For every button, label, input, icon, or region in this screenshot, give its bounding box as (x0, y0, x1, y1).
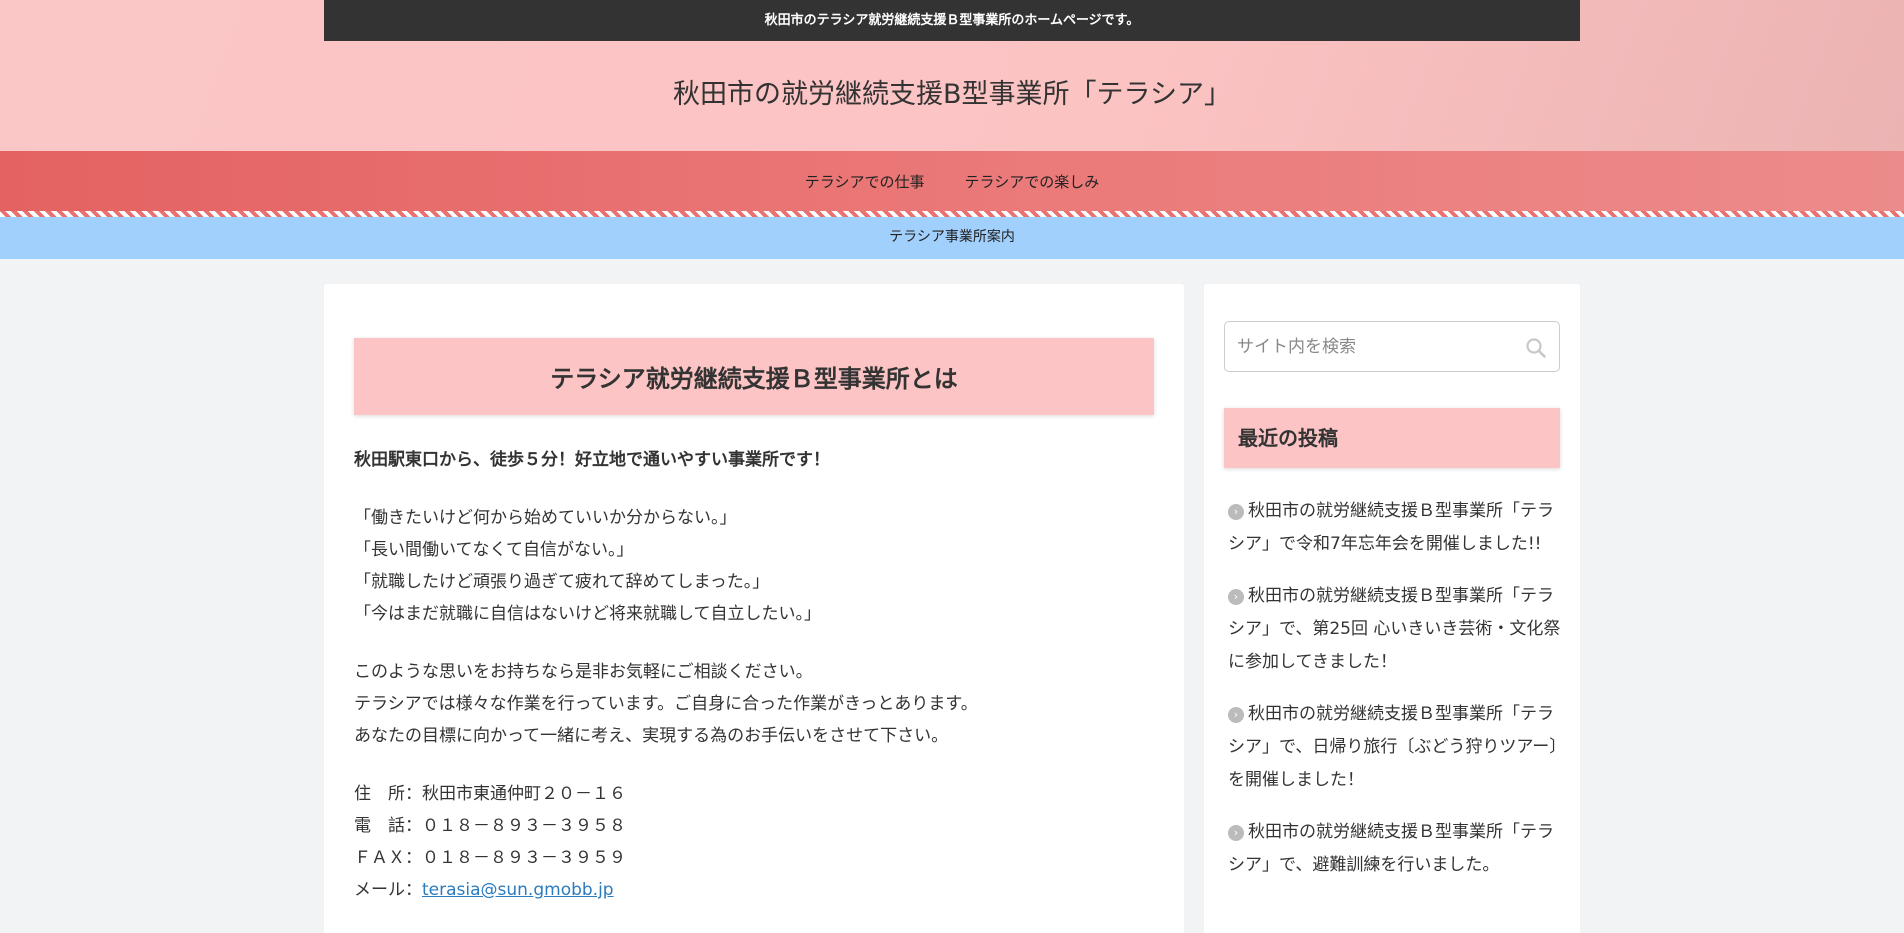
recent-posts-list: › 秋田市の就労継続支援Ｂ型事業所「テラシア」で令和7年忘年会を開催しました!! … (1228, 495, 1564, 901)
tagline-bar: 秋田市のテラシア就労継続支援Ｂ型事業所のホームページです。 (324, 0, 1580, 41)
address-line: 住 所：秋田市東通仲町２０－１６ (354, 784, 626, 804)
quote-line: 「長い間働いてなくて自信がない。」 (354, 540, 634, 560)
recent-post-link[interactable]: 秋田市の就労継続支援Ｂ型事業所「テラシア」で、避難訓練を行いました。 (1228, 822, 1554, 875)
nav-item-fun[interactable]: テラシアでの楽しみ (945, 151, 1120, 213)
quote-line: 「就職したけど頑張り過ぎて疲れて辞めてしまった。」 (354, 572, 770, 592)
phone-line: 電 話：０１８－８９３－３９５８ (354, 816, 626, 836)
intro-line: あなたの目標に向かって一緒に考え、実現する為のお手伝いをさせて下さい。 (354, 726, 949, 746)
main-content: テラシア就労継続支援Ｂ型事業所とは 秋田駅東口から、徒歩５分！好立地で通いやすい… (324, 284, 1184, 933)
main-nav: テラシアでの仕事 テラシアでの楽しみ (0, 151, 1904, 213)
recent-post-item[interactable]: › 秋田市の就労継続支援Ｂ型事業所「テラシア」で、第25回 心いきいき芸術・文化祭… (1228, 580, 1564, 679)
quote-line: 「今はまだ就職に自信はないけど将来就職して自立したい。」 (354, 604, 821, 624)
fax-line: ＦＡＸ：０１８－８９３－３９５９ (354, 848, 626, 868)
recent-post-item[interactable]: › 秋田市の就労継続支援Ｂ型事業所「テラシア」で、避難訓練を行いました。 (1228, 816, 1564, 882)
chevron-right-circle-icon: › (1228, 707, 1244, 723)
search-icon[interactable] (1525, 337, 1547, 359)
recent-post-link[interactable]: 秋田市の就労継続支援Ｂ型事業所「テラシア」で、第25回 心いきいき芸術・文化祭に… (1228, 586, 1560, 672)
nav-item-work[interactable]: テラシアでの仕事 (785, 151, 945, 213)
intro-line: このような思いをお持ちなら是非お気軽にご相談ください。 (354, 662, 813, 682)
recent-post-item[interactable]: › 秋田市の就労継続支援Ｂ型事業所「テラシア」で令和7年忘年会を開催しました!! (1228, 495, 1564, 561)
sidebar: 最近の投稿 ›秋田市の就労継続支援Ｂ型事業所「テラシア」で令和7年忘年会を開催し… (1204, 284, 1580, 933)
article-body: 秋田駅東口から、徒歩５分！好立地で通いやすい事業所です！ 「働きたいけど何から始… (354, 444, 1154, 932)
email-label: メール： (354, 880, 422, 900)
chevron-right-circle-icon: › (1228, 589, 1244, 605)
quotes-paragraph: 「働きたいけど何から始めていいか分からない。」 「長い間働いてなくて自信がない。… (354, 502, 1154, 630)
chevron-right-circle-icon: › (1228, 504, 1244, 520)
site-title[interactable]: 秋田市の就労継続支援B型事業所「テラシア」 (0, 78, 1904, 112)
sub-nav-item-guide[interactable]: テラシア事業所案内 (869, 229, 1035, 245)
recent-post-link[interactable]: 秋田市の就労継続支援Ｂ型事業所「テラシア」で令和7年忘年会を開催しました!! (1228, 501, 1554, 554)
contact-info: 住 所：秋田市東通仲町２０－１６ 電 話：０１８－８９３－３９５８ ＦＡＸ：０１… (354, 778, 1154, 906)
lead-text: 秋田駅東口から、徒歩５分！好立地で通いやすい事業所です！ (354, 450, 830, 470)
intro-paragraph: このような思いをお持ちなら是非お気軽にご相談ください。 テラシアでは様々な作業を… (354, 656, 1154, 752)
email-link[interactable]: terasia@sun.gmobb.jp (422, 880, 614, 900)
sub-nav: テラシア事業所案内 (0, 217, 1904, 259)
recent-posts-title: 最近の投稿 (1224, 408, 1560, 468)
site-header: 秋田市のテラシア就労継続支援Ｂ型事業所のホームページです。 秋田市の就労継続支援… (0, 0, 1904, 151)
recent-post-link[interactable]: 秋田市の就労継続支援Ｂ型事業所「テラシア」で、日帰り旅行〔ぶどう狩りツアー〕を開… (1228, 704, 1558, 790)
intro-line: テラシアでは様々な作業を行っています。ご自身に合った作業がきっとあります。 (354, 694, 978, 714)
chevron-right-circle-icon: › (1228, 825, 1244, 841)
search-box (1224, 321, 1560, 372)
quote-line: 「働きたいけど何から始めていいか分からない。」 (354, 508, 737, 528)
page-heading: テラシア就労継続支援Ｂ型事業所とは (354, 338, 1154, 415)
search-input[interactable] (1225, 322, 1515, 371)
recent-post-item[interactable]: › 秋田市の就労継続支援Ｂ型事業所「テラシア」で、日帰り旅行〔ぶどう狩りツアー〕を… (1228, 698, 1564, 797)
